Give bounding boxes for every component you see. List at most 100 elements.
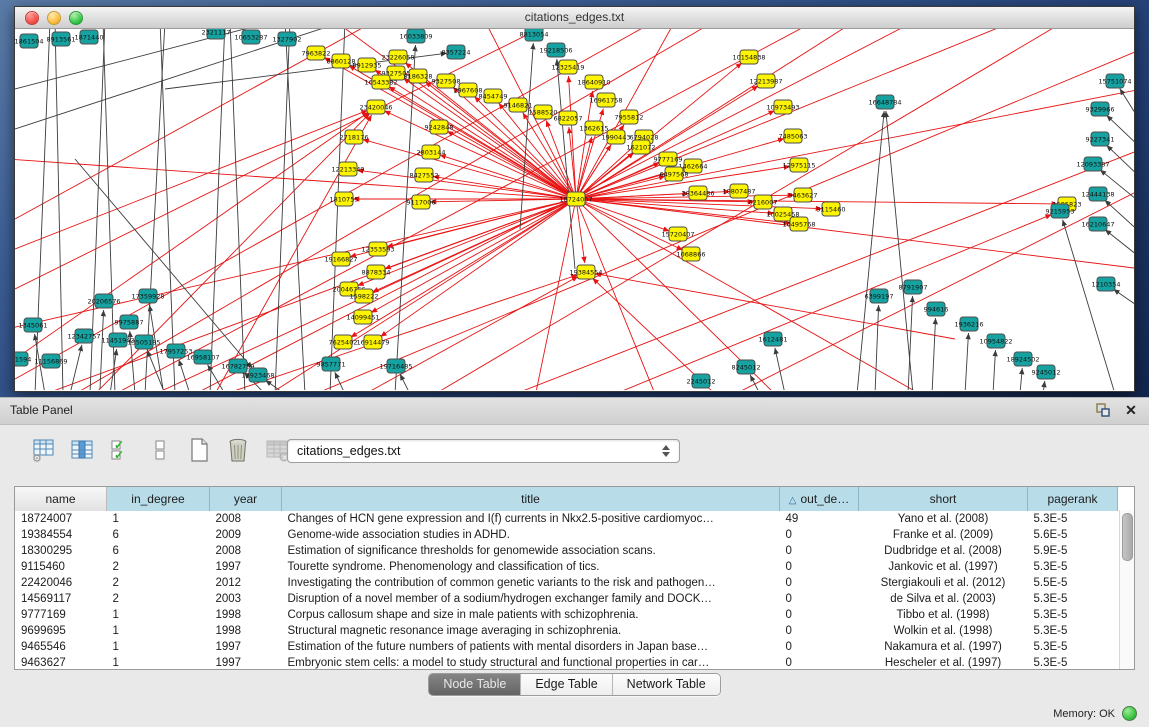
graph-node[interactable]: 12353593 [361,242,394,256]
graph-edge[interactable] [520,43,533,229]
table-cell[interactable]: Estimation of the future numbers of pati… [282,639,780,655]
memory-status[interactable]: Memory: OK [1053,706,1137,721]
table-cell[interactable]: 9777169 [15,607,107,623]
graph-node[interactable]: 1810755 [330,192,359,206]
graph-edge[interactable] [15,112,369,359]
graph-node[interactable]: 8245012 [732,360,761,374]
table-cell[interactable]: 5.6E-5 [1028,527,1118,543]
network-graph[interactable]: 1872400779638228860128891293523226058932… [15,29,1134,390]
graph-node[interactable]: 2321117 [202,29,231,39]
graph-node[interactable]: 10954822 [979,334,1012,348]
table-cell[interactable]: 2012 [210,575,282,591]
table-cell[interactable]: Investigating the contribution of common… [282,575,780,591]
table-row[interactable]: 911546021997Tourette syndrome. Phenomeno… [15,559,1118,575]
column-header-pagerank[interactable]: pagerank [1028,487,1118,511]
graph-node[interactable]: 1345061 [19,318,48,332]
graph-node[interactable]: 994616 [924,302,949,316]
graph-edge[interactable] [179,360,190,390]
table-scrollbar[interactable] [1119,510,1134,669]
table-cell[interactable]: 1997 [210,559,282,575]
graph-edge[interactable] [371,199,576,313]
graph-node[interactable]: 16033809 [399,29,432,43]
graph-node[interactable]: 12975115 [782,158,815,172]
new-column-button[interactable] [184,435,214,465]
table-cell[interactable]: Embryonic stem cells: a model to study s… [282,655,780,670]
graph-node[interactable]: 1327902 [273,32,302,46]
table-cell[interactable]: Tourette syndrome. Phenomenology and cla… [282,559,780,575]
graph-edge[interactable] [875,305,879,390]
close-panel-button[interactable]: ✕ [1123,402,1139,418]
graph-node[interactable]: 9227341 [1086,132,1115,146]
table-cell[interactable]: de Silva et al. (2003) [859,591,1028,607]
graph-edge[interactable] [55,29,63,390]
graph-node[interactable]: 9245012 [1032,365,1061,379]
data-table[interactable]: namein_degreeyeartitle△out_de…shortpager… [15,487,1118,670]
table-cell[interactable]: Wolkin et al. (1998) [859,623,1028,639]
tab-edge-table[interactable]: Edge Table [520,674,611,695]
graph-edge[interactable] [1113,289,1134,309]
graph-edge[interactable] [160,29,175,390]
table-cell[interactable]: 18724007 [15,511,107,527]
graph-edge[interactable] [1107,145,1134,179]
graph-node[interactable]: 7625402 [329,335,358,349]
graph-node[interactable]: 9117006 [407,195,436,209]
graph-node[interactable]: 9115460 [817,202,846,216]
table-cell[interactable]: Stergiakouli et al. (2012) [859,575,1028,591]
graph-edge[interactable] [576,89,1134,199]
table-cell[interactable]: 0 [780,655,859,670]
table-cell[interactable]: 5.3E-5 [1028,511,1118,527]
table-cell[interactable]: 9465546 [15,639,107,655]
table-cell[interactable]: 9699695 [15,623,107,639]
table-cell[interactable]: 5.3E-5 [1028,607,1118,623]
graph-node[interactable]: 9463627 [789,188,818,202]
graph-edge[interactable] [1120,89,1134,124]
graph-edge[interactable] [576,199,585,263]
table-cell[interactable]: 9463627 [15,655,107,670]
table-cell[interactable]: Corpus callosum shape and size in male p… [282,607,780,623]
graph-edge[interactable] [1020,368,1022,390]
graph-node[interactable]: 8913561 [47,32,76,46]
table-row[interactable]: 1830029562008Estimation of significance … [15,543,1118,559]
graph-node[interactable]: 2718176 [340,130,369,144]
show-columns-button[interactable] [67,435,97,465]
graph-node[interactable]: 2245012 [687,374,716,388]
graph-node[interactable]: 19166827 [324,252,357,266]
graph-node[interactable]: 1861504 [15,34,43,48]
graph-node[interactable]: 16648784 [868,95,901,109]
graph-node[interactable]: 12213349 [331,162,364,176]
table-cell[interactable]: Genome-wide association studies in ADHD. [282,527,780,543]
table-cell[interactable]: 0 [780,607,859,623]
table-cell[interactable]: 5.3E-5 [1028,623,1118,639]
graph-node[interactable]: 14099451 [346,310,379,324]
table-cell[interactable]: 14569117 [15,591,107,607]
table-cell[interactable]: 22420046 [15,575,107,591]
table-row[interactable]: 946554611997Estimation of the future num… [15,639,1118,655]
table-cell[interactable]: 0 [780,543,859,559]
graph-node[interactable]: 9329966 [1086,102,1115,116]
table-cell[interactable]: 9115460 [15,559,107,575]
graph-edge[interactable] [1063,220,1115,390]
table-selector-dropdown[interactable]: citations_edges.txt [287,439,680,463]
graph-node[interactable]: 6399197 [865,289,894,303]
table-cell[interactable]: Jankovic et al. (1997) [859,559,1028,575]
graph-node[interactable]: 20364486 [681,186,714,200]
float-panel-button[interactable] [1095,402,1111,418]
graph-node[interactable]: 8813054 [520,29,549,41]
table-cell[interactable]: 2 [107,559,210,575]
graph-edge[interactable] [535,199,576,390]
table-cell[interactable]: 1 [107,639,210,655]
graph-edge[interactable] [886,111,913,390]
table-cell[interactable]: 19384554 [15,527,107,543]
table-cell[interactable]: 6 [107,543,210,559]
graph-node[interactable]: 1871440 [75,30,104,44]
table-cell[interactable]: Nakamura et al. (1997) [859,639,1028,655]
table-cell[interactable]: Disruption of a novel member of a sodium… [282,591,780,607]
graph-edge[interactable] [15,110,368,249]
graph-edge[interactable] [230,29,245,390]
table-row[interactable]: 946362711997Embryonic stem cells: a mode… [15,655,1118,670]
graph-edge[interactable] [965,333,968,390]
column-header-out_de[interactable]: △out_de… [780,487,859,511]
table-cell[interactable]: 5.3E-5 [1028,591,1118,607]
table-cell[interactable]: 5.3E-5 [1028,559,1118,575]
table-cell[interactable]: 1998 [210,607,282,623]
